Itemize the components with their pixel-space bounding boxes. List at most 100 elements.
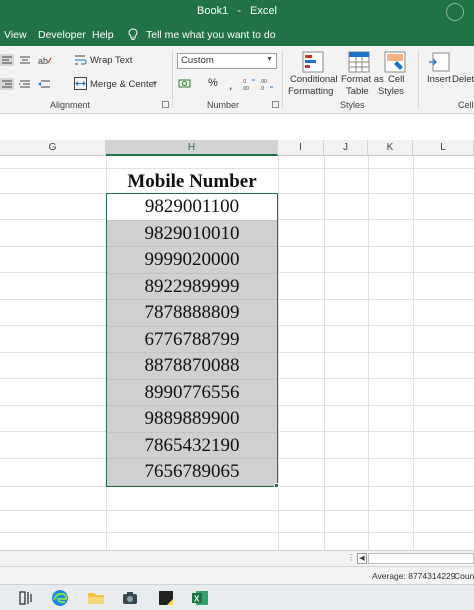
percent-style-button[interactable]: % xyxy=(208,77,218,89)
cell-styles-icon[interactable] xyxy=(384,51,406,73)
column-header-k[interactable]: K xyxy=(368,140,413,156)
number-launcher-icon[interactable] xyxy=(272,101,279,108)
account-avatar-icon[interactable] xyxy=(446,3,464,21)
status-bar: Average: 8774314229 Count xyxy=(0,566,474,584)
column-header-j[interactable]: J xyxy=(324,140,368,156)
sheet-tabs-scroll-row: ⋮ ◀ xyxy=(0,550,474,566)
active-cell[interactable]: 9829001100 xyxy=(106,194,278,221)
worksheet-grid[interactable]: Mobile Number 9829001100 9829010010 9999… xyxy=(0,156,474,550)
increase-decimal-icon[interactable]: .0 .00 xyxy=(242,77,258,91)
svg-text:,: , xyxy=(229,77,232,91)
ribbon-tab-strip: View Developer Help Tell me what you wan… xyxy=(0,24,474,46)
data-cell[interactable]: 9889889900 xyxy=(106,406,278,433)
workbook-name: Book1 xyxy=(197,5,229,17)
data-cell[interactable]: 7865432190 xyxy=(106,432,278,459)
tell-me-search[interactable]: Tell me what you want to do xyxy=(146,29,276,41)
group-divider xyxy=(282,50,283,108)
cells-group-label: Cells xyxy=(458,100,474,110)
svg-text:X: X xyxy=(194,595,200,604)
camera-app-icon[interactable] xyxy=(120,588,140,608)
accounting-format-icon[interactable] xyxy=(178,77,194,91)
row-gridline xyxy=(0,510,474,511)
number-group-label: Number xyxy=(207,100,240,110)
data-cell[interactable]: 6776788799 xyxy=(106,326,278,353)
scroll-left-arrow-icon[interactable]: ◀ xyxy=(357,553,367,564)
column-header-g[interactable]: G xyxy=(0,140,106,156)
column-gridline xyxy=(413,156,414,550)
data-cell[interactable]: 9829010010 xyxy=(106,220,278,247)
svg-text:.0: .0 xyxy=(242,79,246,85)
tab-developer[interactable]: Developer xyxy=(38,29,86,41)
svg-text:ab: ab xyxy=(38,56,48,66)
svg-text:.0: .0 xyxy=(260,86,264,91)
title-bar: Book1 - Excel xyxy=(0,0,474,24)
format-as-table-label-2[interactable]: Table xyxy=(346,86,369,97)
indent-arrows-icon[interactable] xyxy=(37,78,51,90)
wrap-text-icon[interactable] xyxy=(74,53,87,66)
styles-group-label: Styles xyxy=(340,100,365,110)
decrease-indent-icon[interactable] xyxy=(0,78,14,90)
increase-indent-icon[interactable] xyxy=(18,78,32,90)
align-left-icon[interactable] xyxy=(0,54,14,66)
title-separator: - xyxy=(237,5,241,17)
alignment-group-label: Alignment xyxy=(50,100,91,110)
merge-center-icon[interactable] xyxy=(74,77,87,90)
file-explorer-icon[interactable] xyxy=(86,588,106,608)
data-cell[interactable]: 8990776556 xyxy=(106,379,278,406)
column-gridline xyxy=(368,156,369,550)
edge-browser-icon[interactable] xyxy=(50,588,70,608)
format-as-table-label-1[interactable]: Format as xyxy=(341,74,384,85)
group-divider xyxy=(172,50,173,108)
conditional-formatting-icon[interactable] xyxy=(302,51,324,73)
format-as-table-icon[interactable] xyxy=(348,51,370,73)
wrap-text-button[interactable]: Wrap Text xyxy=(90,55,132,66)
fill-handle[interactable] xyxy=(274,483,279,488)
svg-text:.00: .00 xyxy=(242,86,249,91)
windows-taskbar: X xyxy=(0,584,474,610)
comma-style-icon[interactable]: , xyxy=(226,77,240,91)
align-center-icon[interactable] xyxy=(18,54,32,66)
chevron-down-icon: ▼ xyxy=(266,56,273,63)
tab-view[interactable]: View xyxy=(4,29,27,41)
sticky-notes-icon[interactable] xyxy=(156,588,176,608)
status-count: Count xyxy=(454,571,474,581)
window-title: Book1 - Excel xyxy=(0,5,474,17)
conditional-formatting-label-1[interactable]: Conditional xyxy=(290,74,338,85)
task-view-icon[interactable] xyxy=(16,588,36,608)
conditional-formatting-label-2[interactable]: Formatting xyxy=(288,86,333,97)
column-gridline xyxy=(324,156,325,550)
app-name: Excel xyxy=(250,5,277,17)
cell-h-header[interactable]: Mobile Number xyxy=(106,170,278,194)
merge-center-button[interactable]: Merge & Center xyxy=(90,79,157,90)
tab-help[interactable]: Help xyxy=(92,29,114,41)
decrease-decimal-icon[interactable]: .00 .0 xyxy=(260,77,276,91)
data-cell[interactable]: 8878870088 xyxy=(106,353,278,380)
data-cell[interactable]: 7878888809 xyxy=(106,300,278,327)
column-header-l[interactable]: L xyxy=(413,140,474,156)
insert-cells-icon[interactable] xyxy=(428,51,450,73)
number-format-value: Custom xyxy=(181,55,214,66)
status-average: Average: 8774314229 xyxy=(372,571,456,581)
group-divider xyxy=(418,50,419,108)
number-format-select[interactable]: Custom ▼ xyxy=(177,53,277,69)
sheet-tab-area xyxy=(0,551,345,566)
excel-app-icon[interactable]: X xyxy=(190,588,210,608)
data-cell[interactable]: 8922989999 xyxy=(106,273,278,300)
alignment-launcher-icon[interactable] xyxy=(162,101,169,108)
column-header-h[interactable]: H xyxy=(106,140,278,156)
orientation-icon[interactable]: ab xyxy=(37,54,53,66)
row-gridline xyxy=(0,532,474,533)
data-cell[interactable]: 7656789065 xyxy=(106,459,278,486)
more-options-icon[interactable]: ⋮ xyxy=(347,553,355,562)
column-header-i[interactable]: I xyxy=(278,140,324,156)
column-gridline xyxy=(278,156,279,550)
delete-cells-button[interactable]: Delete xyxy=(452,74,474,85)
merge-dropdown-chevron-icon[interactable]: ▾ xyxy=(153,79,157,87)
cell-styles-label-1[interactable]: Cell xyxy=(388,74,404,85)
ribbon: ab Wrap Text Merge & Center ▾ Alignment … xyxy=(0,46,474,114)
insert-cells-button[interactable]: Insert xyxy=(427,74,451,85)
data-cell[interactable]: 9999020000 xyxy=(106,247,278,274)
svg-text:.00: .00 xyxy=(260,79,267,85)
horizontal-scrollbar[interactable] xyxy=(368,553,474,564)
cell-styles-label-2[interactable]: Styles xyxy=(378,86,404,97)
